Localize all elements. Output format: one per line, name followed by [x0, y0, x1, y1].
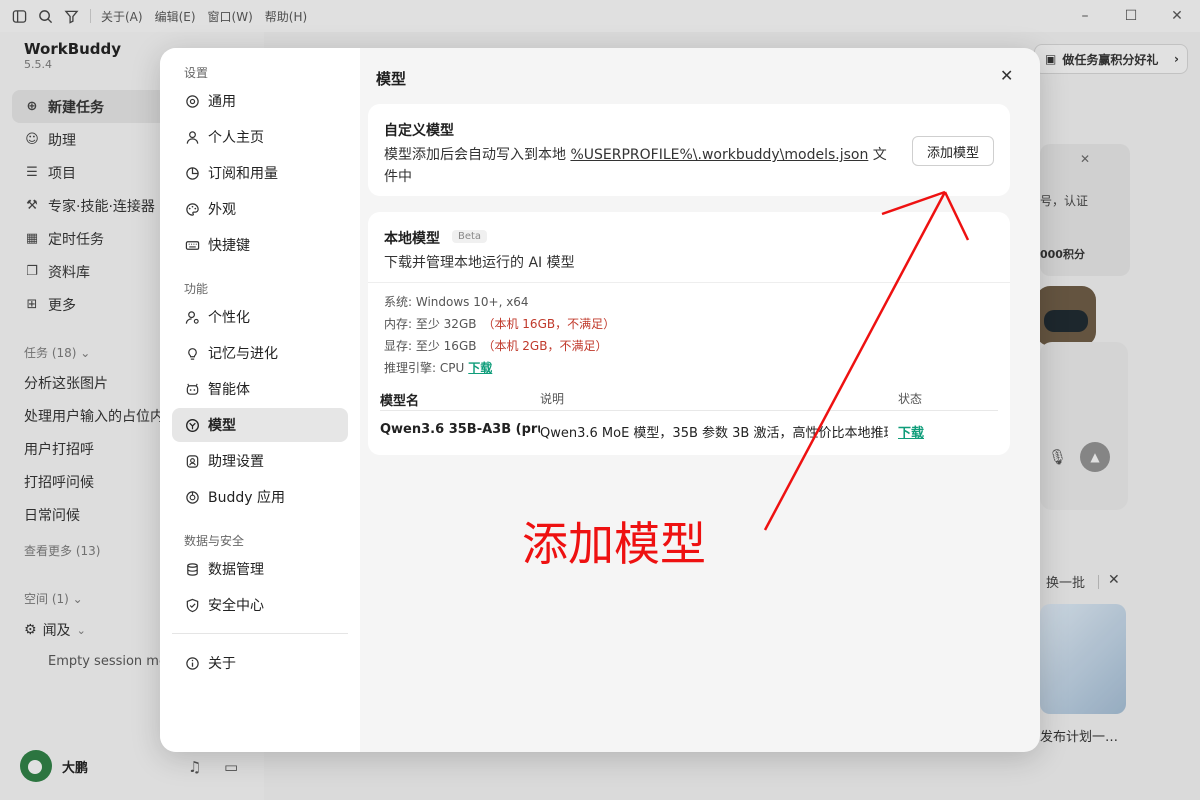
settings-item-label: 通用 — [208, 94, 236, 110]
settings-item-assistant[interactable]: 助理设置 — [172, 444, 348, 478]
settings-item-label: 安全中心 — [208, 598, 264, 614]
settings-modal: 设置 通用 个人主页 订阅和用量 外观 快捷键 功能 个性化 记忆与进化 智能体… — [160, 48, 1040, 752]
settings-item-memory[interactable]: 记忆与进化 — [172, 336, 348, 370]
card-divider — [368, 282, 1010, 283]
models-json-path[interactable]: %USERPROFILE%\.workbuddy\models.json — [570, 147, 868, 163]
settings-item-model[interactable]: 模型 — [172, 408, 348, 442]
keyboard-icon — [184, 237, 200, 253]
info-icon — [184, 655, 200, 671]
model-name-cell: Qwen3.6 35B-A3B (prune… — [380, 422, 540, 437]
annotation-text: 添加模型 — [522, 517, 706, 571]
settings-item-label: 个性化 — [208, 310, 250, 326]
settings-item-general[interactable]: 通用 — [172, 84, 348, 118]
personalize-icon — [184, 309, 200, 325]
settings-item-security[interactable]: 安全中心 — [172, 588, 348, 622]
settings-item-label: 智能体 — [208, 382, 250, 398]
database-icon — [184, 561, 200, 577]
column-header-desc: 说明 — [540, 392, 565, 406]
user-icon — [184, 129, 200, 145]
features-group-label: 功能 — [184, 282, 209, 296]
palette-icon — [184, 201, 200, 217]
table-divider — [380, 410, 998, 411]
local-model-title: 本地模型 — [384, 231, 440, 247]
custom-model-title: 自定义模型 — [384, 123, 454, 139]
settings-item-label: 外观 — [208, 202, 236, 218]
agent-icon — [184, 381, 200, 397]
model-desc-cell: Qwen3.6 MoE 模型，35B 参数 3B 激活，高性价比本地推理 — [540, 426, 888, 441]
settings-item-data[interactable]: 数据管理 — [172, 552, 348, 586]
settings-divider — [172, 633, 348, 634]
custom-model-card: 自定义模型 模型添加后会自动写入到本地 %USERPROFILE%\.workb… — [368, 104, 1010, 196]
settings-item-about[interactable]: 关于 — [172, 646, 348, 680]
req-memory: 内存: 至少 32GB （本机 16GB，不满足） — [384, 317, 616, 331]
apps-icon — [184, 489, 200, 505]
settings-item-label: 模型 — [208, 418, 236, 434]
column-header-status: 状态 — [898, 392, 923, 406]
settings-item-label: 个人主页 — [208, 130, 264, 146]
settings-item-appearance[interactable]: 外观 — [172, 192, 348, 226]
settings-item-label: 订阅和用量 — [208, 166, 278, 182]
beta-badge: Beta — [452, 230, 488, 243]
shield-icon — [184, 597, 200, 613]
req-engine: 推理引擎: CPU 下载 — [384, 361, 493, 375]
settings-item-label: 快捷键 — [208, 238, 250, 254]
local-model-desc: 下载并管理本地运行的 AI 模型 — [384, 255, 575, 271]
add-model-button[interactable]: 添加模型 — [912, 136, 994, 166]
general-icon — [184, 93, 200, 109]
settings-item-label: 助理设置 — [208, 454, 264, 470]
req-system: 系统: Windows 10+, x64 — [384, 295, 529, 309]
settings-item-label: Buddy 应用 — [208, 490, 285, 506]
close-icon[interactable]: ✕ — [1000, 66, 1013, 85]
settings-item-label: 关于 — [208, 656, 236, 672]
settings-group-label: 设置 — [184, 66, 209, 80]
model-icon — [184, 417, 200, 433]
req-vram: 显存: 至少 16GB （本机 2GB，不满足） — [384, 339, 608, 353]
settings-item-label: 数据管理 — [208, 562, 264, 578]
settings-item-personalize[interactable]: 个性化 — [172, 300, 348, 334]
settings-item-label: 记忆与进化 — [208, 346, 278, 362]
settings-item-buddy-apps[interactable]: Buddy 应用 — [172, 480, 348, 514]
custom-model-desc: 模型添加后会自动写入到本地 %USERPROFILE%\.workbuddy\m… — [384, 147, 887, 185]
settings-sidebar: 设置 通用 个人主页 订阅和用量 外观 快捷键 功能 个性化 记忆与进化 智能体… — [160, 48, 360, 752]
engine-download-link[interactable]: 下载 — [468, 361, 492, 375]
settings-item-subscription[interactable]: 订阅和用量 — [172, 156, 348, 190]
assistant-settings-icon — [184, 453, 200, 469]
model-download-link[interactable]: 下载 — [898, 422, 924, 441]
column-header-name: 模型名 — [380, 394, 420, 409]
bulb-icon — [184, 345, 200, 361]
pie-icon — [184, 165, 200, 181]
local-model-card: 本地模型 Beta 下载并管理本地运行的 AI 模型 系统: Windows 1… — [368, 212, 1010, 455]
settings-item-shortcuts[interactable]: 快捷键 — [172, 228, 348, 262]
settings-item-profile[interactable]: 个人主页 — [172, 120, 348, 154]
settings-item-agent[interactable]: 智能体 — [172, 372, 348, 406]
page-title: 模型 — [376, 70, 407, 88]
security-group-label: 数据与安全 — [184, 534, 245, 548]
